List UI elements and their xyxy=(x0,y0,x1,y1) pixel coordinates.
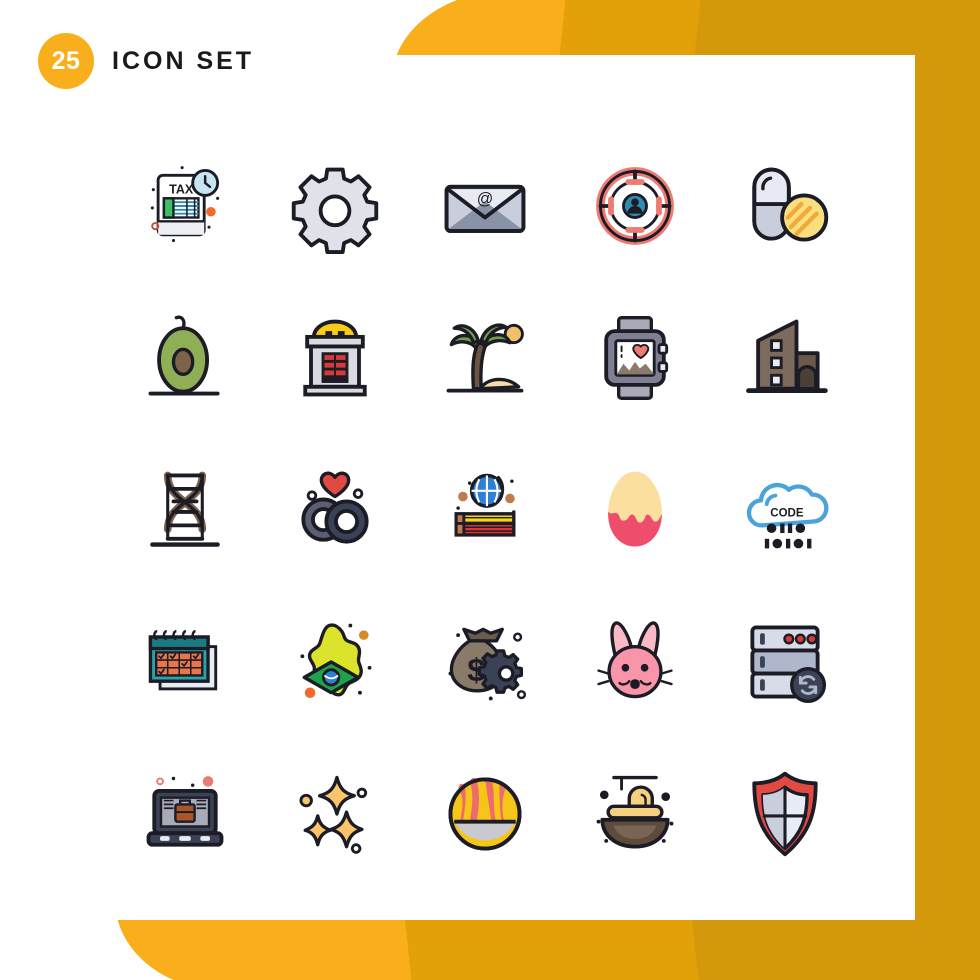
icon-cell-rabbit-face[interactable] xyxy=(560,586,710,738)
email-envelope-icon: @ xyxy=(444,184,526,233)
icon-cell-pills-medicine[interactable] xyxy=(710,130,860,282)
icon-cell-tax-document-clock[interactable]: TAX xyxy=(110,130,260,282)
icon-cell-dna-helix[interactable] xyxy=(110,434,260,586)
icon-cell-wedding-rings-heart[interactable] xyxy=(260,434,410,586)
icon-cell-office-building[interactable] xyxy=(710,282,860,434)
icon-cell-gear-settings[interactable] xyxy=(260,130,410,282)
icon-cell-shield[interactable] xyxy=(710,738,860,890)
icon-cell-calendar[interactable] xyxy=(110,586,260,738)
icon-cell-smartwatch-heart[interactable] xyxy=(560,282,710,434)
sparkles-icon xyxy=(299,775,368,854)
rabbit-face-icon xyxy=(597,621,673,699)
gear-icon xyxy=(291,167,379,254)
icon-cell-email-envelope[interactable]: @ xyxy=(410,130,560,282)
tax-document-clock-icon: TAX xyxy=(150,166,220,243)
icon-cell-avocado[interactable] xyxy=(110,282,260,434)
wedding-rings-heart-icon xyxy=(301,471,369,544)
icon-cell-target-user[interactable] xyxy=(560,130,710,282)
icon-cell-server-sync[interactable] xyxy=(710,586,860,738)
icon-cell-money-bag-gear[interactable]: $ xyxy=(410,586,560,738)
lantern-building-icon xyxy=(303,319,367,397)
poster-header: 25 ICON SET xyxy=(38,33,254,89)
icon-count-badge: 25 xyxy=(38,33,94,89)
globe-books-icon xyxy=(454,473,516,537)
noodle-bowl-icon xyxy=(596,775,674,849)
calendar-icon xyxy=(148,630,218,691)
icon-cell-cloud-code[interactable]: CODE xyxy=(710,434,860,586)
icon-cell-sparkles[interactable] xyxy=(260,738,410,890)
svg-text:TAX: TAX xyxy=(169,183,194,197)
icon-cell-globe-books[interactable] xyxy=(410,434,560,586)
cloud-code-label: CODE xyxy=(770,508,804,520)
icon-cell-palm-tree-beach[interactable] xyxy=(410,282,560,434)
pills-medicine-icon xyxy=(752,167,829,242)
smartwatch-heart-icon xyxy=(604,316,669,400)
icon-cell-noodle-bowl[interactable] xyxy=(560,738,710,890)
server-sync-icon xyxy=(750,625,827,704)
food-bowl-icon xyxy=(448,777,522,851)
svg-text:@: @ xyxy=(477,190,494,208)
money-bag-gear-icon: $ xyxy=(448,627,527,701)
icon-cell-easter-egg[interactable] xyxy=(560,434,710,586)
icon-grid: TAX @ CODE $ xyxy=(110,130,860,890)
avocado-icon xyxy=(148,315,220,396)
target-user-icon xyxy=(596,167,674,245)
icon-set-poster: 25 ICON SET TAX @ CODE $ xyxy=(0,0,980,980)
page-title: ICON SET xyxy=(112,46,255,75)
icon-cell-food-bowl[interactable] xyxy=(410,738,560,890)
right-decorative-bar xyxy=(915,0,980,980)
office-building-icon xyxy=(746,319,828,394)
laptop-briefcase-icon xyxy=(146,776,224,847)
brazil-map-icon xyxy=(300,623,372,698)
palm-tree-beach-icon xyxy=(446,323,524,393)
icon-cell-brazil-map[interactable] xyxy=(260,586,410,738)
shield-icon xyxy=(752,771,818,857)
easter-egg-icon xyxy=(608,471,662,547)
cloud-code-icon: CODE xyxy=(746,482,829,549)
icon-cell-laptop-briefcase[interactable] xyxy=(110,738,260,890)
icon-cell-lantern-building[interactable] xyxy=(260,282,410,434)
dna-helix-icon xyxy=(150,471,220,547)
